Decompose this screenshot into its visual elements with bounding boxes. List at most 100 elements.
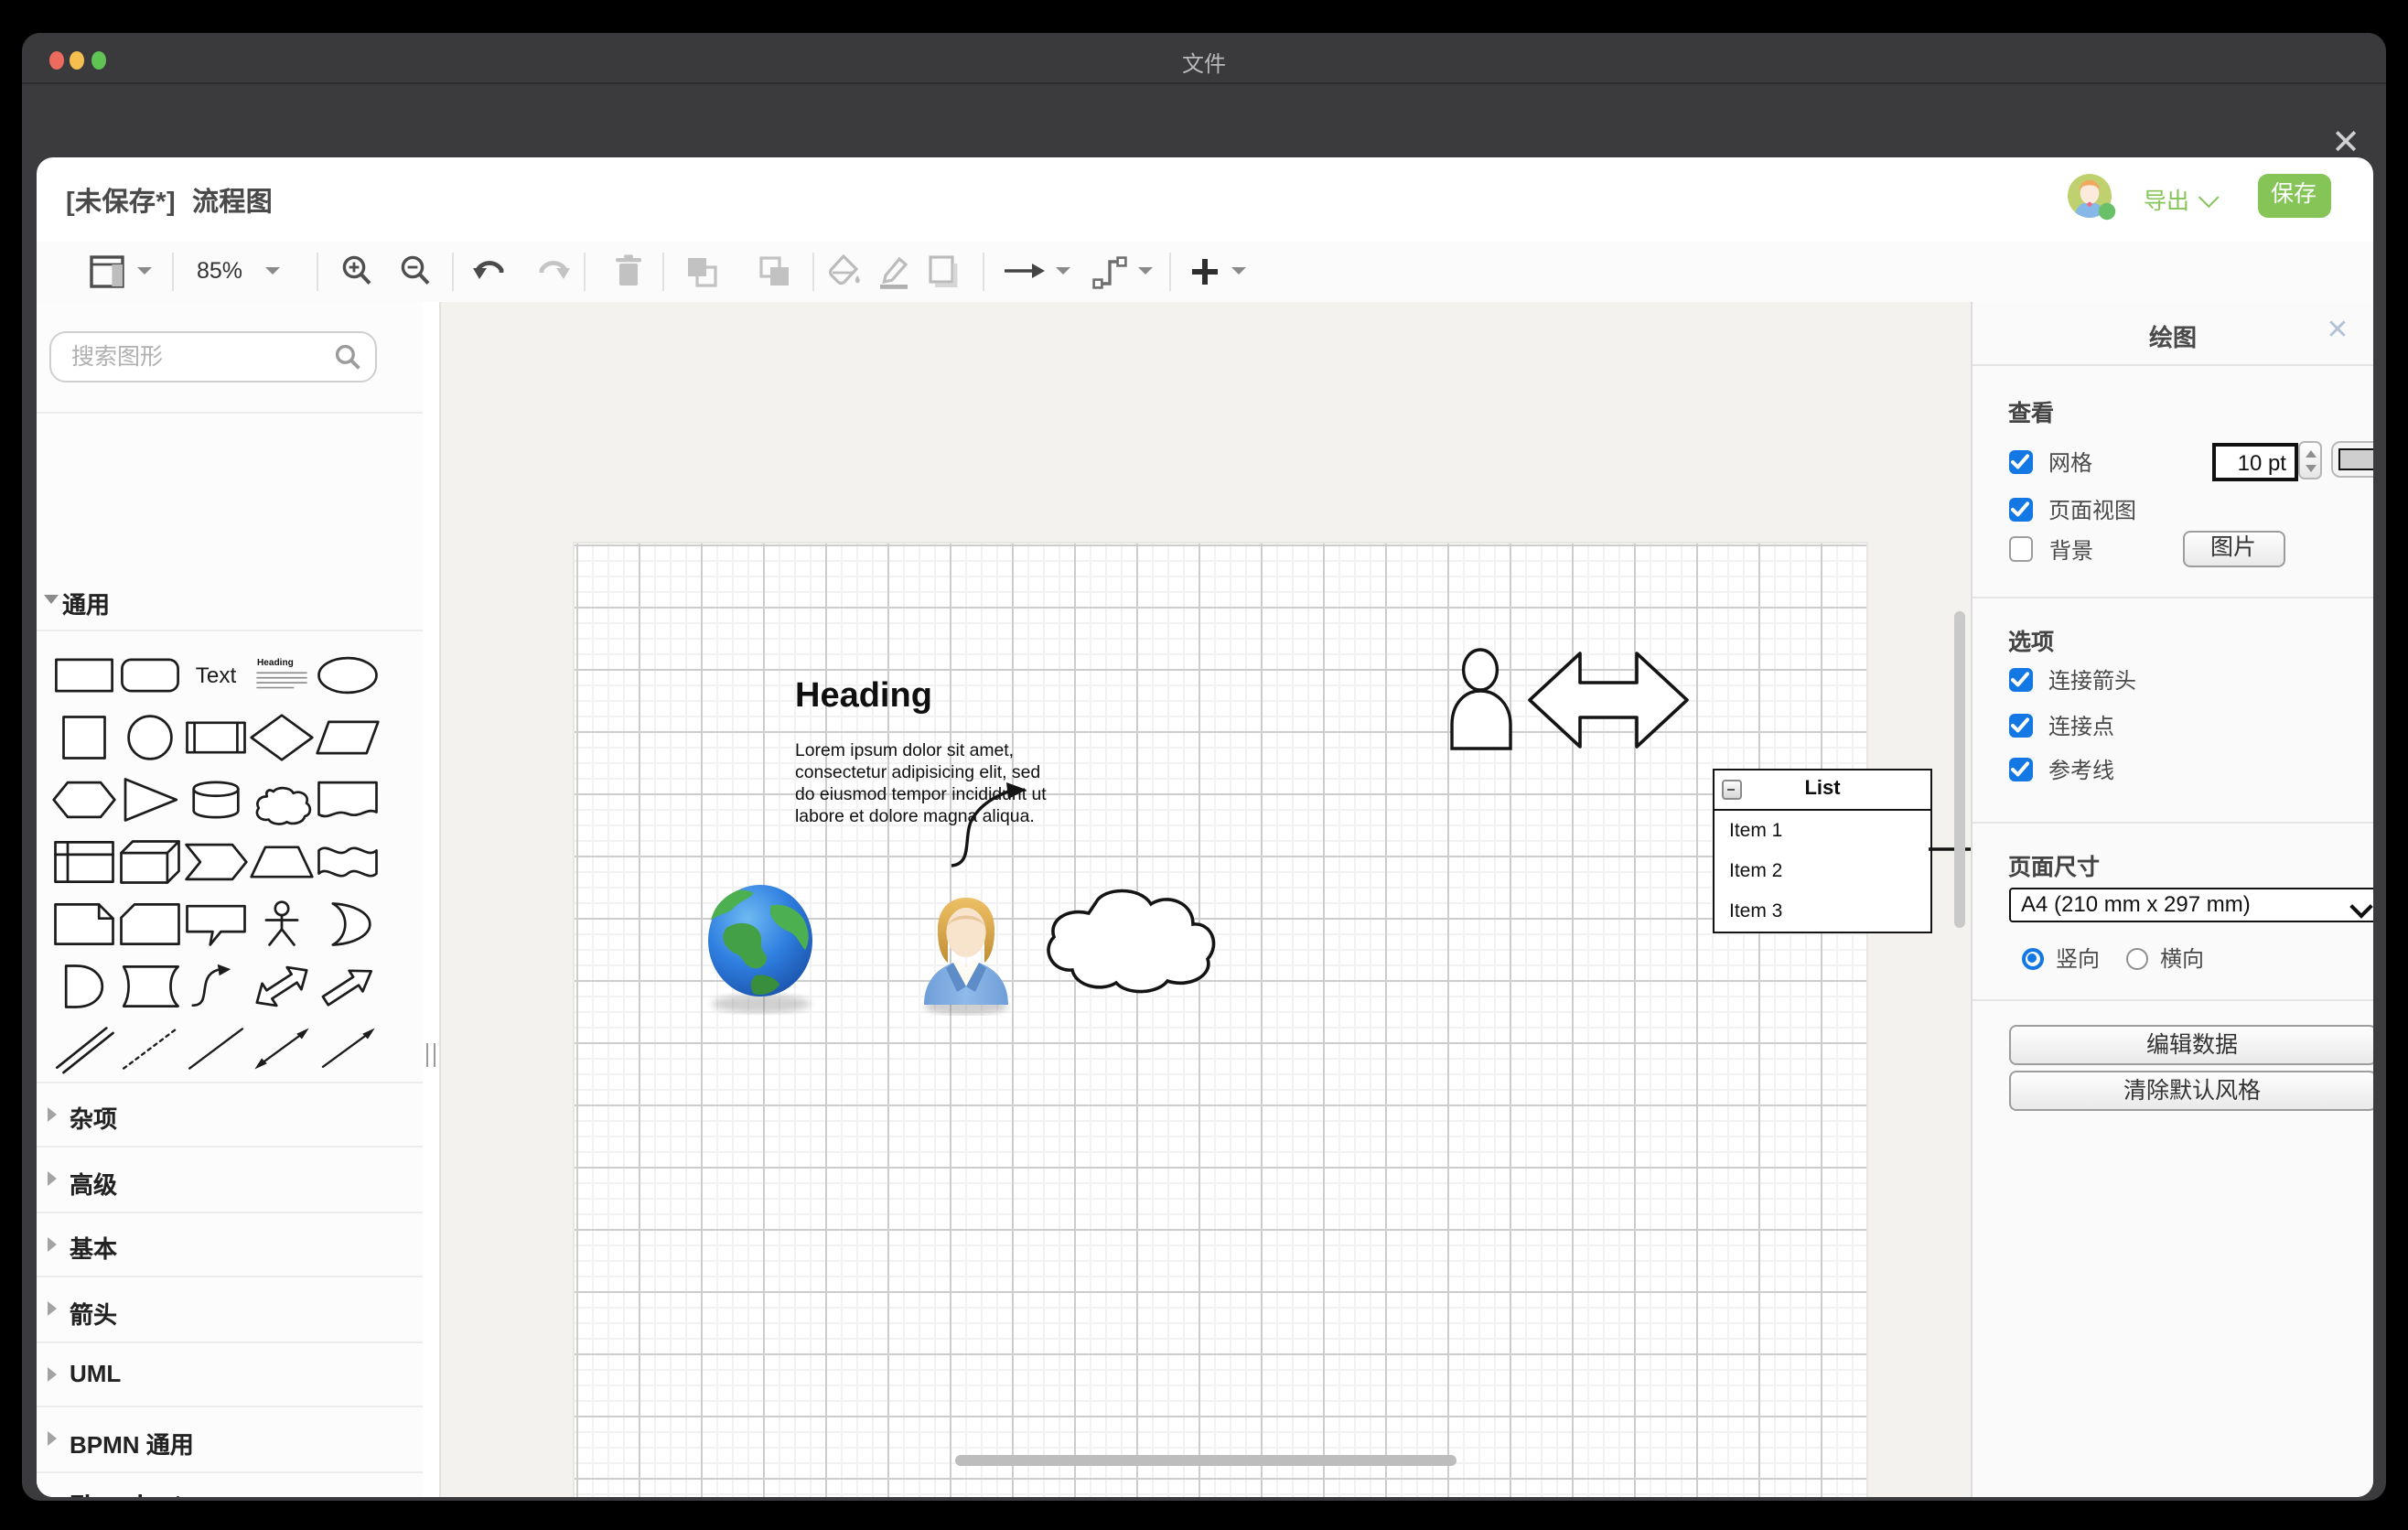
sidebar-section-基本[interactable]: 基本 [36,1212,422,1277]
undo-button[interactable] [471,241,506,301]
sidebar-resize-handle[interactable] [426,1043,435,1067]
radio-selected-icon[interactable] [2021,947,2043,969]
vertical-scrollbar[interactable] [1954,610,1964,927]
format-panel-toggle-button[interactable] [90,241,152,301]
shape-diamond-icon[interactable] [249,706,315,769]
zoom-out-button[interactable] [398,241,431,301]
option-row-3[interactable]: 参考线 [2008,754,2114,785]
shape-text-icon[interactable]: Text [183,644,249,706]
checkbox-checked-icon[interactable] [2008,450,2032,474]
shape-and-icon[interactable] [50,955,116,1018]
drawing-canvas[interactable]: Heading Lorem ipsum dolor sit amet, cons… [423,302,1970,1497]
canvas-cloud-shape[interactable] [1043,876,1219,997]
shape-card-icon[interactable] [116,893,182,955]
connection-style-button[interactable] [1004,241,1070,301]
sidebar-section-uml[interactable]: UML [36,1342,422,1407]
canvas-curved-arrow[interactable] [947,766,1033,870]
shape-rectangle-icon[interactable] [50,644,116,706]
checkbox-unchecked-icon[interactable] [2008,537,2033,562]
shape-cylinder-icon[interactable] [183,769,249,831]
shape-callout-icon[interactable] [183,893,249,955]
panel-close-icon[interactable]: ✕ [2323,317,2352,346]
waypoints-button[interactable] [1091,241,1152,301]
checkbox-checked-icon[interactable] [2008,758,2032,781]
list-item[interactable]: Item 1 [1715,810,1930,850]
shape-actor-icon[interactable] [249,893,315,955]
shape-arrow-icon[interactable] [316,955,382,1018]
shape-triangle-icon[interactable] [116,769,182,831]
background-image-button[interactable]: 图片 [2182,531,2284,566]
shape-link-icon[interactable] [50,1018,116,1080]
background-checkbox-row[interactable]: 背景 [2008,533,2093,565]
page-view-checkbox-row[interactable]: 页面视图 [2008,493,2136,524]
sidebar-section-杂项[interactable]: 杂项 [36,1083,422,1148]
orientation-radio-portrait[interactable]: 竖向 [2021,943,2100,974]
export-button[interactable]: 导出 [2144,181,2211,216]
shadow-button[interactable] [927,241,960,301]
checkbox-checked-icon[interactable] [2008,497,2032,521]
shape-or-icon[interactable] [316,893,382,955]
zoom-in-button[interactable] [339,241,372,301]
to-front-button[interactable] [685,241,716,301]
shape-ellipse-icon[interactable] [316,644,382,706]
shape-cube-icon[interactable] [116,831,182,893]
shape-textbox-icon[interactable]: Heading [249,644,315,706]
checkbox-checked-icon[interactable] [2008,713,2032,737]
shape-directional-connector-icon[interactable] [316,1018,382,1080]
list-item[interactable]: Item 3 [1715,890,1930,931]
sidebar-section-flowchart[interactable]: Flowchart [36,1472,422,1497]
shape-process-icon[interactable] [183,706,249,769]
canvas-businesswoman-clipart[interactable] [920,894,1012,1015]
edit-data-button[interactable]: 编辑数据 [2008,1025,2372,1065]
to-back-button[interactable] [758,241,790,301]
grid-size-stepper[interactable] [2298,441,2322,479]
shape-data-storage-icon[interactable] [116,955,182,1018]
redo-button[interactable] [535,241,570,301]
user-avatar[interactable] [2067,173,2111,217]
zoom-dropdown[interactable]: 85% [197,241,279,301]
shape-parallelogram-icon[interactable] [316,706,382,769]
shape-hexagon-icon[interactable] [50,769,116,831]
canvas-list-shape[interactable]: ListItem 1Item 2Item 3 [1713,768,1932,932]
option-row-1[interactable]: 连接箭头 [2008,664,2136,695]
clear-default-style-button[interactable]: 清除默认风格 [2008,1070,2372,1110]
sidebar-section-高级[interactable]: 高级 [36,1148,422,1212]
canvas-heading-text[interactable]: Heading [795,676,932,717]
grid-size-input[interactable] [2211,443,2297,481]
canvas-user-shape[interactable] [1446,647,1514,749]
search-icon[interactable] [335,343,360,369]
canvas-double-arrow-shape[interactable] [1527,651,1688,748]
page-size-select[interactable]: A4 (210 mm x 297 mm) [2008,888,2372,922]
search-input[interactable] [68,335,340,379]
shape-line-icon[interactable] [183,1018,249,1080]
shape-bidirectional-arrow-icon[interactable] [249,955,315,1018]
shape-curve-icon[interactable] [183,955,249,1018]
fill-color-button[interactable] [828,241,861,301]
delete-button[interactable] [614,241,641,301]
shape-trapezoid-icon[interactable] [249,831,315,893]
save-button[interactable]: 保存 [2257,174,2330,217]
drawing-page[interactable]: Heading Lorem ipsum dolor sit amet, cons… [574,543,1865,1497]
option-row-2[interactable]: 连接点 [2008,709,2114,740]
sidebar-section-general[interactable]: 通用 [36,568,422,630]
list-item[interactable]: Item 2 [1715,850,1930,890]
shape-tape-icon[interactable] [316,831,382,893]
sidebar-section-箭头[interactable]: 箭头 [36,1277,422,1342]
horizontal-scrollbar[interactable] [954,1454,1456,1465]
shape-bidirectional-connector-icon[interactable] [249,1018,315,1080]
sidebar-section-bpmn-通用[interactable]: BPMN 通用 [36,1407,422,1472]
shape-internal-storage-icon[interactable] [50,831,116,893]
insert-button[interactable] [1190,241,1245,301]
shape-note-icon[interactable] [50,893,116,955]
shape-circle-icon[interactable] [116,706,182,769]
stepper-down-icon[interactable] [2305,464,2316,471]
shape-square-icon[interactable] [50,706,116,769]
orientation-radio-landscape[interactable]: 横向 [2125,943,2204,974]
radio-unselected-icon[interactable] [2125,947,2147,969]
stepper-up-icon[interactable] [2305,449,2316,457]
collapse-icon[interactable] [1722,780,1742,800]
canvas-earth-globe-clipart[interactable] [704,883,822,1015]
shape-document-icon[interactable] [316,769,382,831]
shape-rounded-rectangle-icon[interactable] [116,644,182,706]
grid-checkbox-row[interactable]: 网格 [2008,447,2092,478]
